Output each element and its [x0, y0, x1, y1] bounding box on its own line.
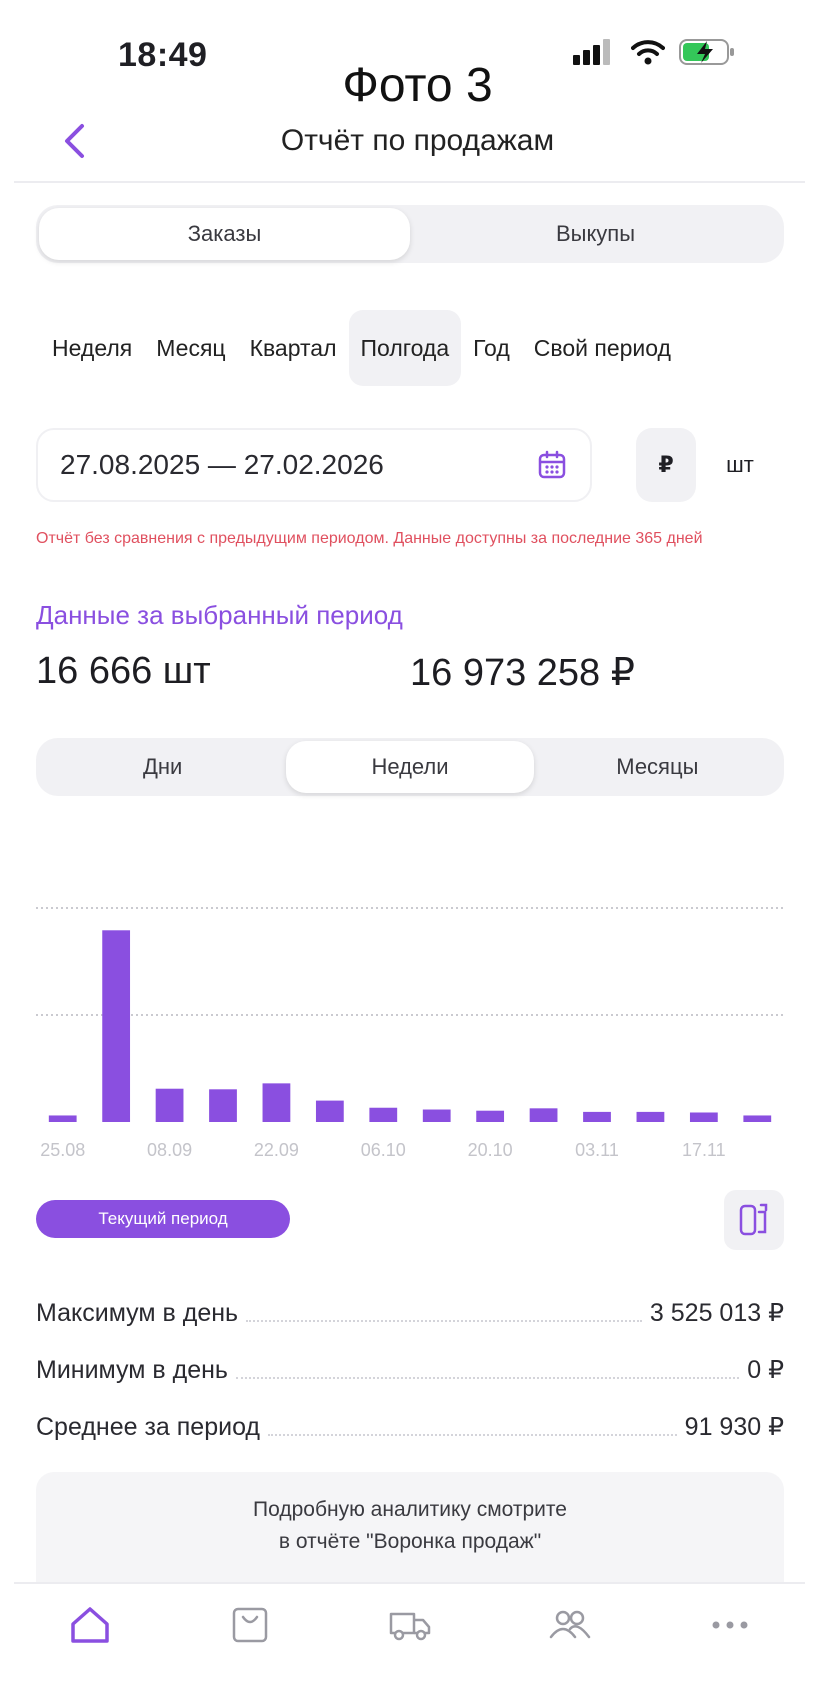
tab-orders[interactable]: Заказы: [39, 208, 410, 260]
dotted-leader: [246, 1320, 642, 1322]
chart-tick-label: 20.10: [468, 1140, 513, 1160]
current-period-button[interactable]: Текущий период: [36, 1200, 290, 1238]
header-divider: [14, 181, 805, 183]
chart-bar[interactable]: [743, 1115, 772, 1122]
period-quarter[interactable]: Квартал: [238, 310, 349, 386]
chart-tick-label: 22.09: [254, 1140, 299, 1160]
bag-icon: [232, 1607, 268, 1643]
chart-tick-label: 25.08: [40, 1140, 85, 1160]
period-month[interactable]: Месяц: [144, 310, 237, 386]
chart-bar[interactable]: [422, 1109, 451, 1122]
overlay-caption: Фото 3: [342, 59, 493, 112]
period-selector: Неделя Месяц Квартал Полгода Год Свой пе…: [40, 310, 683, 386]
tab-deliveries[interactable]: [378, 1593, 442, 1657]
stat-label: Среднее за период: [36, 1413, 261, 1441]
date-range-field[interactable]: 27.08.2025 — 27.02.2026: [36, 428, 592, 502]
info-line-1: Подробную аналитику смотрите: [253, 1498, 567, 1521]
stat-value: 3 525 013 ₽: [649, 1299, 784, 1327]
stat-average: Среднее за период 91 930 ₽: [36, 1402, 784, 1442]
dotted-leader: [268, 1434, 677, 1436]
stat-min-per-day: Минимум в день 0 ₽: [36, 1345, 784, 1385]
unit-rub-button[interactable]: ₽: [636, 428, 696, 502]
tabbar-divider: [14, 1582, 805, 1584]
export-icon: [739, 1203, 768, 1236]
chart-bar[interactable]: [262, 1083, 291, 1122]
tab-more[interactable]: [698, 1593, 762, 1657]
export-button[interactable]: [724, 1190, 784, 1250]
chart-tick-label: 06.10: [361, 1140, 406, 1160]
page-title: Отчёт по продажам: [280, 124, 555, 157]
stat-max-per-day: Максимум в день 3 525 013 ₽: [36, 1288, 784, 1328]
users-icon: [549, 1610, 591, 1639]
tab-months[interactable]: Месяцы: [534, 741, 781, 793]
total-pieces: 16 666 шт: [36, 650, 211, 692]
tab-home[interactable]: [58, 1593, 122, 1657]
chart-bar[interactable]: [689, 1112, 718, 1122]
period-week[interactable]: Неделя: [40, 310, 144, 386]
calendar-icon: [538, 450, 566, 479]
chart-bar[interactable]: [155, 1088, 184, 1122]
chart-tick-label: 08.09: [147, 1140, 192, 1160]
chart-bar[interactable]: [209, 1089, 237, 1122]
info-line-2: в отчёте "Воронка продаж": [278, 1530, 542, 1553]
report-type-switch: Заказы Выкупы: [36, 205, 784, 263]
period-half-year[interactable]: Полгода: [348, 310, 462, 386]
chart-bar[interactable]: [529, 1108, 558, 1122]
sales-bar-chart: 25.08 08.09 22.09 06.10 20.10 03.11 17.11: [36, 907, 784, 1160]
stat-label: Минимум в день: [36, 1356, 228, 1384]
stat-value: 0 ₽: [747, 1356, 784, 1384]
granularity-switch: Дни Недели Месяцы: [36, 738, 784, 796]
period-year[interactable]: Год: [461, 310, 522, 386]
chart-tick-label: 03.11: [575, 1140, 619, 1160]
stat-label: Максимум в день: [36, 1299, 239, 1327]
chart-bar[interactable]: [102, 930, 131, 1122]
dotted-leader: [235, 1377, 740, 1379]
chart-bar[interactable]: [48, 1115, 77, 1122]
chart-bar[interactable]: [369, 1107, 398, 1122]
truck-icon: [389, 1612, 431, 1641]
more-icon: [712, 1621, 748, 1629]
chart-bar[interactable]: [476, 1110, 505, 1122]
total-rubles: 16 973 258 ₽: [410, 652, 635, 694]
period-custom[interactable]: Свой период: [522, 310, 683, 386]
tab-community[interactable]: [538, 1593, 602, 1657]
tab-buyouts[interactable]: Выкупы: [410, 208, 781, 260]
stat-value: 91 930 ₽: [684, 1413, 784, 1441]
chart-tick-label: 17.11: [682, 1140, 726, 1160]
tab-products[interactable]: [218, 1593, 282, 1657]
unit-pcs-button[interactable]: шт: [700, 428, 780, 502]
tab-days[interactable]: Дни: [39, 741, 286, 793]
selected-period-label: Данные за выбранный период: [36, 600, 403, 630]
chart-bar[interactable]: [636, 1111, 665, 1122]
funnel-info-box[interactable]: Подробную аналитику смотрите в отчёте "В…: [36, 1472, 784, 1582]
tab-weeks[interactable]: Недели: [286, 741, 534, 793]
warning-text: Отчёт без сравнения с предыдущим периодо…: [36, 530, 703, 547]
date-range-value: 27.08.2025 — 27.02.2026: [60, 449, 384, 480]
bottom-tab-bar: [36, 1590, 784, 1660]
home-icon: [71, 1607, 109, 1643]
chart-bar[interactable]: [583, 1111, 611, 1122]
chart-bar[interactable]: [315, 1100, 344, 1122]
